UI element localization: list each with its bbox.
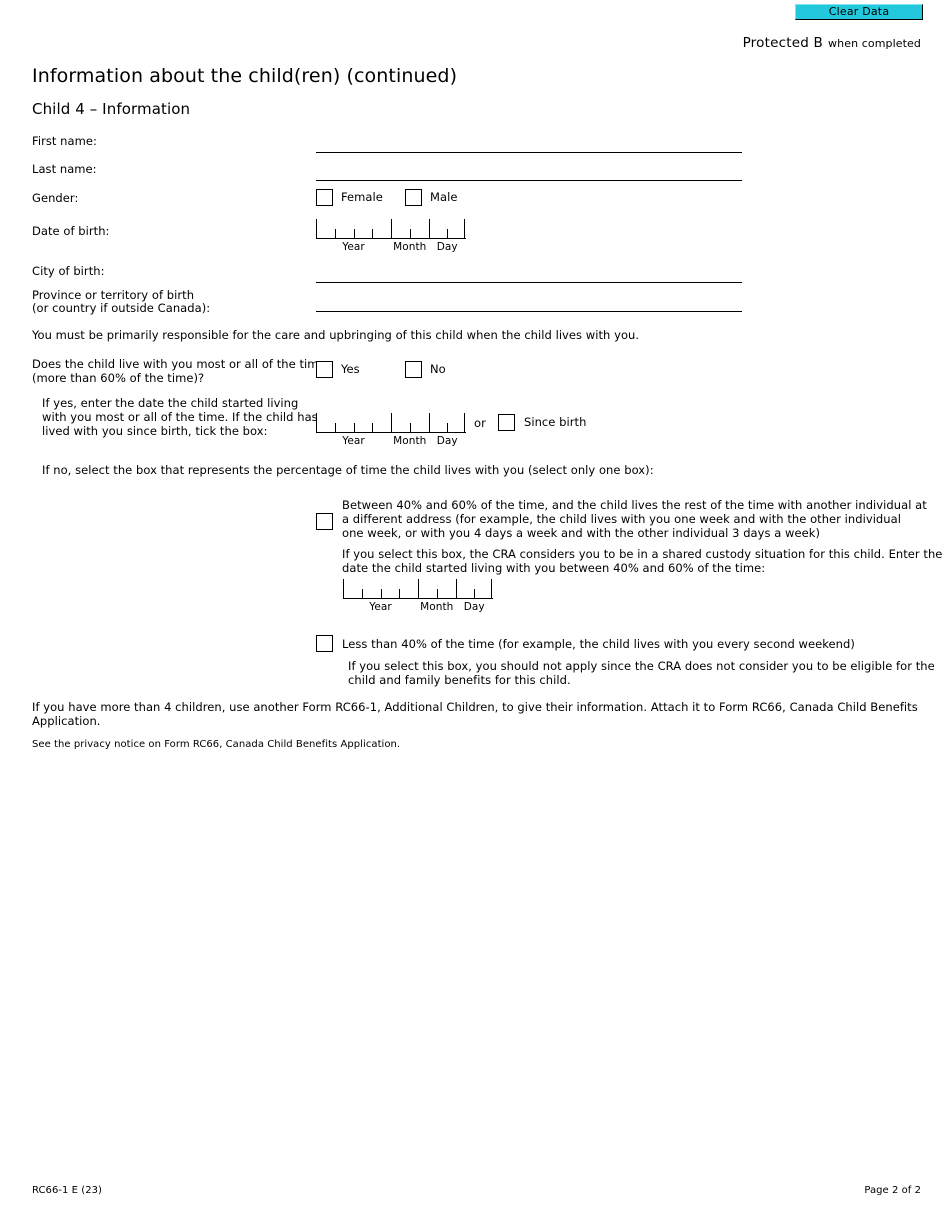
comb-label-day: Day bbox=[436, 241, 458, 253]
first-name-input[interactable] bbox=[316, 152, 742, 153]
shared-custody-note-line2: date the child started living with you b… bbox=[342, 561, 766, 575]
comb-tick bbox=[436, 589, 438, 598]
province-of-birth-input[interactable] bbox=[316, 311, 742, 312]
comb-tick bbox=[399, 589, 401, 598]
since-birth-label: Since birth bbox=[524, 415, 587, 429]
comb-tick bbox=[361, 589, 363, 598]
comb-tick bbox=[391, 413, 392, 432]
gender-female-label: Female bbox=[341, 190, 383, 204]
if-no-intro: If no, select the box that represents th… bbox=[42, 463, 654, 477]
comb-tick bbox=[316, 219, 317, 238]
comb-tick bbox=[372, 423, 374, 432]
comb-tick bbox=[428, 219, 430, 238]
province-of-birth-label-line2: (or country if outside Canada): bbox=[32, 301, 211, 315]
comb-tick bbox=[464, 413, 466, 432]
protected-b-qualifier: when completed bbox=[828, 37, 921, 50]
if-yes-text-line2: with you most or all of the time. If the… bbox=[42, 410, 318, 424]
protected-b-classification: Protected B when completed bbox=[743, 32, 921, 51]
shared-custody-date-input[interactable] bbox=[343, 579, 493, 599]
comb-tick bbox=[380, 589, 382, 598]
form-code: RC66-1 E (23) bbox=[32, 1185, 102, 1196]
city-of-birth-input[interactable] bbox=[316, 282, 742, 283]
clear-data-button[interactable]: Clear Data bbox=[795, 4, 923, 20]
form-page: Clear Data Protected B when completed In… bbox=[0, 0, 950, 1230]
shared-custody-date-part-labels: Year Month Day bbox=[343, 600, 493, 614]
gender-male-checkbox[interactable] bbox=[405, 189, 422, 206]
more-children-note-line2: Application. bbox=[32, 714, 101, 728]
comb-tick bbox=[491, 579, 493, 598]
city-of-birth-label: City of birth: bbox=[32, 264, 105, 278]
comb-tick bbox=[391, 219, 392, 238]
comb-tick bbox=[447, 423, 449, 432]
comb-tick bbox=[455, 579, 457, 598]
shared-custody-text-line3: one week, or with you 4 days a week and … bbox=[342, 526, 820, 540]
comb-label-year: Year bbox=[369, 601, 392, 613]
less-than-40-note-line1: If you select this box, you should not a… bbox=[348, 659, 935, 673]
shared-custody-note-line1: If you select this box, the CRA consider… bbox=[342, 547, 943, 561]
comb-tick bbox=[353, 423, 355, 432]
protected-b-label: Protected B bbox=[742, 35, 823, 51]
comb-label-year: Year bbox=[342, 435, 365, 447]
shared-custody-text-line1: Between 40% and 60% of the time, and the… bbox=[342, 498, 927, 512]
comb-tick bbox=[343, 579, 344, 598]
comb-tick bbox=[464, 219, 466, 238]
gender-label: Gender: bbox=[32, 191, 79, 205]
or-label: or bbox=[474, 416, 486, 430]
date-of-birth-part-labels: Year Month Day bbox=[316, 240, 466, 254]
comb-tick bbox=[353, 229, 355, 238]
date-of-birth-label: Date of birth: bbox=[32, 224, 110, 238]
if-yes-text-line1: If yes, enter the date the child started… bbox=[42, 396, 299, 410]
if-yes-text-line3: lived with you since birth, tick the box… bbox=[42, 424, 268, 438]
shared-custody-checkbox[interactable] bbox=[316, 513, 333, 530]
last-name-input[interactable] bbox=[316, 180, 742, 181]
page-number: Page 2 of 2 bbox=[864, 1185, 921, 1196]
less-than-40-text-line1: Less than 40% of the time (for example, … bbox=[342, 637, 855, 651]
less-than-40-checkbox[interactable] bbox=[316, 635, 333, 652]
gender-female-checkbox[interactable] bbox=[316, 189, 333, 206]
comb-tick bbox=[409, 423, 411, 432]
since-birth-checkbox[interactable] bbox=[498, 414, 515, 431]
lives-with-you-yes-checkbox[interactable] bbox=[316, 361, 333, 378]
lives-with-you-question-line1: Does the child live with you most or all… bbox=[32, 357, 326, 371]
more-children-note-line1: If you have more than 4 children, use an… bbox=[32, 700, 918, 714]
comb-tick bbox=[334, 423, 336, 432]
lives-with-you-yes-label: Yes bbox=[341, 362, 360, 376]
comb-tick bbox=[474, 589, 476, 598]
comb-label-month: Month bbox=[393, 435, 427, 447]
comb-label-month: Month bbox=[420, 601, 454, 613]
lives-with-you-question-line2: (more than 60% of the time)? bbox=[32, 371, 205, 385]
comb-label-day: Day bbox=[463, 601, 485, 613]
date-of-birth-input[interactable] bbox=[316, 219, 466, 239]
comb-tick bbox=[418, 579, 419, 598]
less-than-40-note-line2: child and family benefits for this child… bbox=[348, 673, 571, 687]
last-name-label: Last name: bbox=[32, 162, 97, 176]
gender-male-label: Male bbox=[430, 190, 458, 204]
comb-tick bbox=[447, 229, 449, 238]
lives-with-you-no-checkbox[interactable] bbox=[405, 361, 422, 378]
responsibility-statement: You must be primarily responsible for th… bbox=[32, 328, 640, 342]
comb-label-day: Day bbox=[436, 435, 458, 447]
comb-tick bbox=[334, 229, 336, 238]
comb-tick bbox=[409, 229, 411, 238]
province-of-birth-label-line1: Province or territory of birth bbox=[32, 288, 195, 302]
comb-tick bbox=[372, 229, 374, 238]
lives-with-you-no-label: No bbox=[430, 362, 446, 376]
page-title: Information about the child(ren) (contin… bbox=[32, 65, 458, 87]
comb-label-year: Year bbox=[342, 241, 365, 253]
privacy-notice: See the privacy notice on Form RC66, Can… bbox=[32, 739, 401, 750]
comb-tick bbox=[428, 413, 430, 432]
section-title: Child 4 – Information bbox=[32, 100, 191, 118]
shared-custody-text-line2: a different address (for example, the ch… bbox=[342, 512, 901, 526]
started-living-date-part-labels: Year Month Day bbox=[316, 434, 466, 448]
comb-label-month: Month bbox=[393, 241, 427, 253]
comb-tick bbox=[316, 413, 317, 432]
first-name-label: First name: bbox=[32, 134, 97, 148]
started-living-date-input[interactable] bbox=[316, 413, 466, 433]
